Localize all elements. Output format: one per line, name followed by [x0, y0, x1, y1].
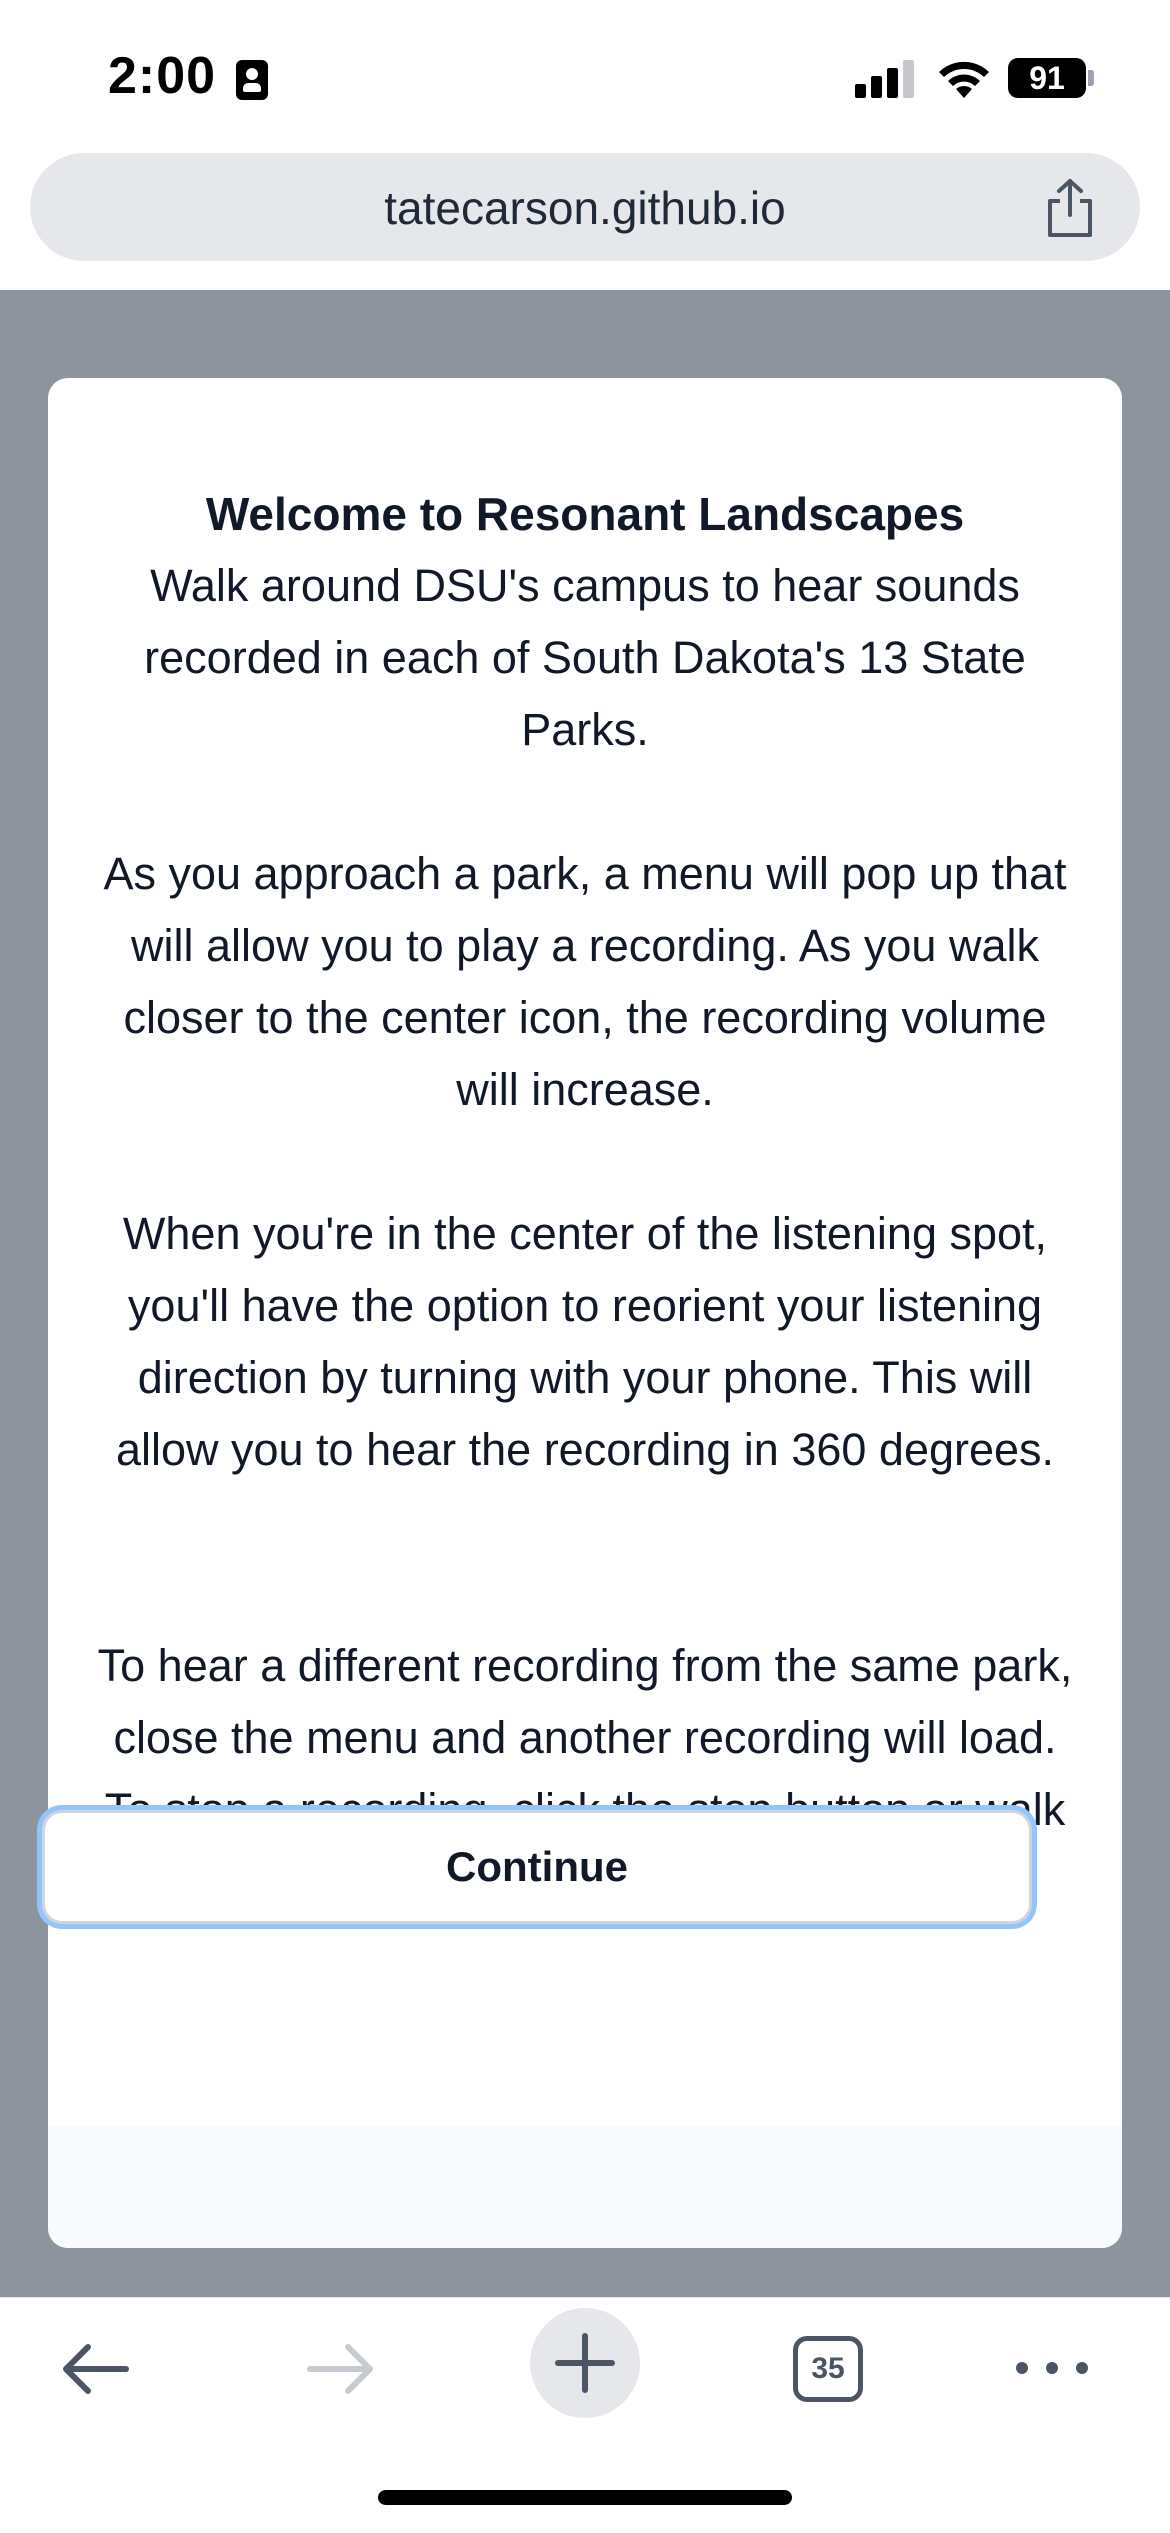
battery-level: 91: [1008, 58, 1086, 98]
tab-count-button[interactable]: 35: [793, 2336, 863, 2402]
wifi-icon: [939, 61, 989, 98]
home-indicator: [378, 2490, 792, 2505]
intro-paragraph: Walk around DSU's campus to hear sounds …: [144, 560, 1026, 755]
approach-paragraph: As you approach a park, a menu will pop …: [103, 848, 1067, 1115]
address-bar[interactable]: tatecarson.github.io: [30, 153, 1140, 261]
modal-title: Welcome to Resonant Landscapes: [205, 488, 965, 540]
back-arrow-icon[interactable]: [56, 2334, 136, 2404]
battery-cap-icon: [1088, 70, 1094, 86]
more-options-icon[interactable]: [1012, 2348, 1092, 2388]
cellular-signal-icon: [855, 58, 915, 98]
forward-arrow-icon[interactable]: [300, 2334, 380, 2404]
status-bar: 2:00 91: [0, 0, 1170, 150]
continue-button[interactable]: Continue: [42, 1810, 1032, 1924]
welcome-modal: Welcome to Resonant Landscapes Walk arou…: [48, 378, 1122, 2248]
contact-card-icon: [236, 60, 268, 100]
page-backdrop: Welcome to Resonant Landscapes Walk arou…: [0, 290, 1170, 2297]
share-icon[interactable]: [1042, 177, 1098, 239]
new-tab-button[interactable]: [530, 2308, 640, 2418]
reorient-paragraph: When you're in the center of the listeni…: [115, 1208, 1055, 1475]
plus-icon: [555, 2333, 615, 2393]
status-time: 2:00: [108, 47, 217, 105]
modal-footer: [48, 2125, 1122, 2248]
url-text: tatecarson.github.io: [384, 182, 786, 234]
